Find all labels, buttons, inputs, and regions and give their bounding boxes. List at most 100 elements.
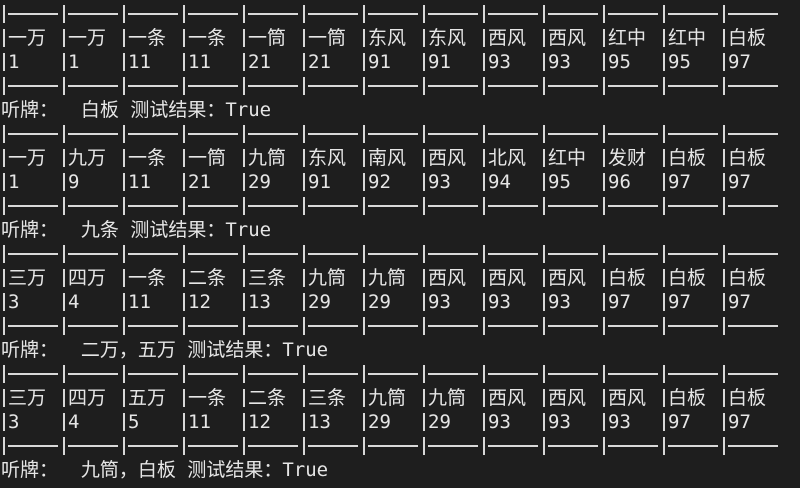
- tile-name: 西风: [548, 27, 587, 49]
- tile-name: 三万: [8, 267, 47, 289]
- tile-code-row: 1 9 11 21 29 91 92 93 94 95 96 97 97: [1, 170, 799, 194]
- tile-name: 九万: [68, 147, 107, 169]
- tile-code: 97: [728, 291, 751, 313]
- table-separator: [1, 362, 799, 386]
- tile-code: 11: [188, 411, 211, 433]
- tile-code: 97: [608, 291, 631, 313]
- tile-name: 西风: [488, 267, 527, 289]
- tile-code: 97: [668, 291, 691, 313]
- tile-code: 29: [368, 411, 391, 433]
- tile-code: 21: [188, 171, 211, 193]
- tile-code: 11: [188, 51, 211, 73]
- tile-code: 97: [668, 411, 691, 433]
- tile-code: 95: [608, 51, 631, 73]
- tile-name: 二条: [188, 267, 227, 289]
- tile-name-row: 三万 四万 五万 一条 二条 三条 九筒 九筒 西风 西风 西风 白板 白板: [1, 386, 799, 410]
- tile-name-row: 三万 四万 一条 二条 三条 九筒 九筒 西风 西风 西风 白板 白板 白板: [1, 266, 799, 290]
- tile-code: 13: [308, 411, 331, 433]
- tile-name: 五万: [128, 387, 167, 409]
- tile-code: 97: [728, 411, 751, 433]
- tile-code: 3: [8, 411, 20, 433]
- tile-name-row: 一万 九万 一条 一筒 九筒 东风 南风 西风 北风 红中 发财 白板 白板: [1, 146, 799, 170]
- tile-code: 97: [668, 171, 691, 193]
- tile-code: 93: [548, 51, 571, 73]
- test-result-line: 听牌： 九条 测试结果：True: [1, 219, 272, 241]
- tile-name: 四万: [68, 267, 107, 289]
- tile-name: 南风: [368, 147, 407, 169]
- tile-name: 白板: [668, 387, 707, 409]
- tile-name: 九筒: [368, 387, 407, 409]
- tile-name: 一条: [128, 267, 167, 289]
- tile-name: 北风: [488, 147, 527, 169]
- tile-name: 白板: [608, 267, 647, 289]
- tile-name: 发财: [608, 147, 647, 169]
- tile-name: 一万: [8, 27, 47, 49]
- table-separator: [1, 122, 799, 146]
- tile-name: 一筒: [248, 27, 287, 49]
- table-separator: [1, 314, 799, 338]
- tile-code: 93: [488, 411, 511, 433]
- tile-name: 白板: [728, 27, 767, 49]
- tile-name: 白板: [728, 147, 767, 169]
- tile-name: 白板: [668, 147, 707, 169]
- tile-name: 白板: [728, 387, 767, 409]
- tile-code: 93: [488, 291, 511, 313]
- tile-name: 九筒: [368, 267, 407, 289]
- tile-name: 一筒: [188, 147, 227, 169]
- tile-name: 白板: [668, 267, 707, 289]
- tile-code: 97: [728, 171, 751, 193]
- tile-name: 西风: [428, 147, 467, 169]
- tile-code: 29: [308, 291, 331, 313]
- tile-name: 三条: [308, 387, 347, 409]
- tile-code: 4: [68, 291, 80, 313]
- tile-code: 9: [68, 171, 80, 193]
- tile-code: 21: [308, 51, 331, 73]
- tile-code: 93: [548, 291, 571, 313]
- tile-code: 29: [428, 411, 451, 433]
- tile-name: 一条: [188, 27, 227, 49]
- tile-code: 96: [608, 171, 631, 193]
- tile-code: 93: [428, 291, 451, 313]
- table-separator: [1, 434, 799, 458]
- tile-name: 三条: [248, 267, 287, 289]
- tile-code: 94: [488, 171, 511, 193]
- tile-name: 东风: [428, 27, 467, 49]
- tile-code: 1: [8, 171, 20, 193]
- tile-code: 93: [428, 171, 451, 193]
- tile-name: 西风: [608, 387, 647, 409]
- tile-code: 91: [368, 51, 391, 73]
- tile-code-row: 3 4 11 12 13 29 29 93 93 93 97 97 97: [1, 290, 799, 314]
- tile-code: 21: [248, 51, 271, 73]
- tile-code: 3: [8, 291, 20, 313]
- tile-name: 九筒: [248, 147, 287, 169]
- tile-name: 西风: [488, 387, 527, 409]
- tile-name: 二条: [248, 387, 287, 409]
- tile-name: 九筒: [428, 387, 467, 409]
- tile-name: 一万: [68, 27, 107, 49]
- tile-name: 西风: [488, 27, 527, 49]
- test-result-line: 听牌： 九筒，白板 测试结果：True: [1, 459, 329, 481]
- tile-code: 92: [368, 171, 391, 193]
- tile-code: 93: [608, 411, 631, 433]
- tile-name: 四万: [68, 387, 107, 409]
- tile-name: 三万: [8, 387, 47, 409]
- tile-code: 1: [8, 51, 20, 73]
- tile-code: 11: [128, 291, 151, 313]
- tile-code: 12: [188, 291, 211, 313]
- tile-name: 西风: [428, 267, 467, 289]
- tile-name: 九筒: [308, 267, 347, 289]
- tile-code: 29: [248, 171, 271, 193]
- test-result-line: 听牌： 二万，五万 测试结果：True: [1, 339, 329, 361]
- tile-code: 95: [668, 51, 691, 73]
- tile-name: 一条: [128, 147, 167, 169]
- tile-code: 5: [128, 411, 140, 433]
- tile-code: 29: [368, 291, 391, 313]
- tile-name: 东风: [368, 27, 407, 49]
- tile-code: 13: [248, 291, 271, 313]
- test-result-line: 听牌： 白板 测试结果：True: [1, 99, 272, 121]
- tile-code: 93: [548, 411, 571, 433]
- tile-code: 91: [308, 171, 331, 193]
- tile-code: 1: [68, 51, 80, 73]
- tile-name: 一条: [188, 387, 227, 409]
- tile-name: 一条: [128, 27, 167, 49]
